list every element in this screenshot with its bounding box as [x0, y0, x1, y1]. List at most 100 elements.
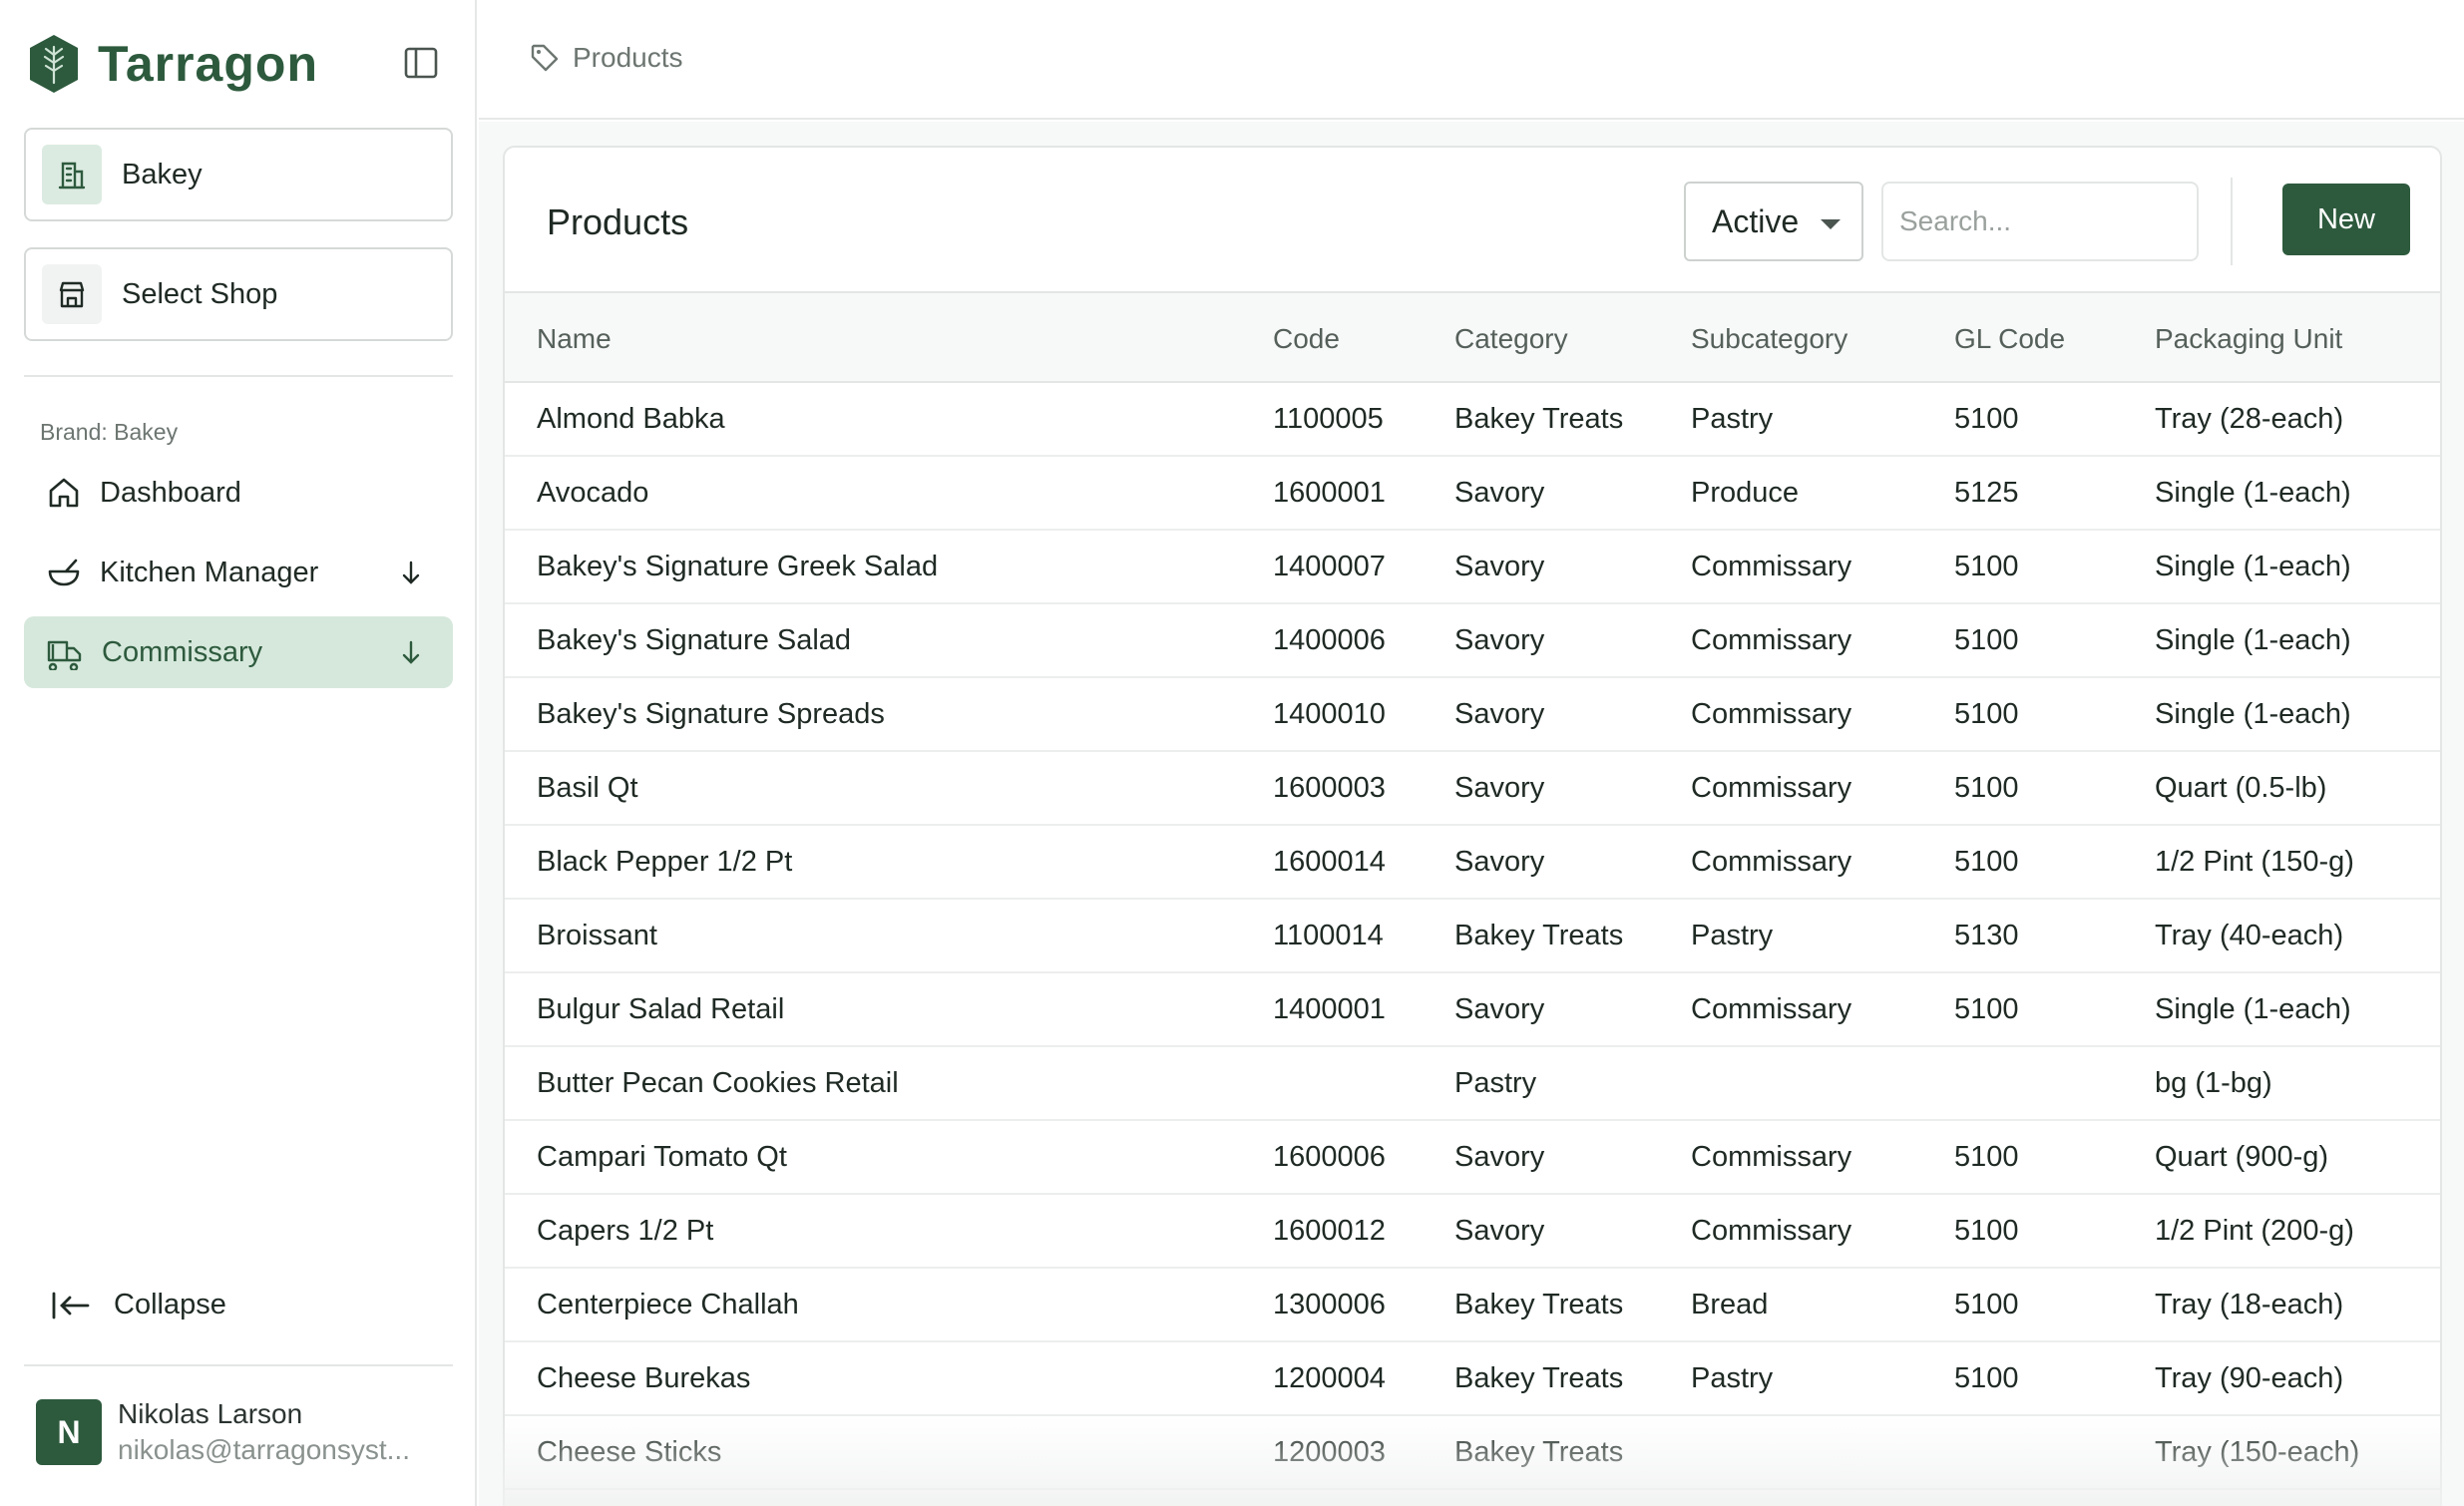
cell-name: Bulgur Salad Retail — [537, 993, 785, 1025]
select-shop-button[interactable]: Select Shop — [24, 247, 453, 341]
nav-item-kitchen-manager[interactable]: Kitchen Manager — [24, 537, 453, 608]
nav-item-dashboard[interactable]: Dashboard — [24, 457, 453, 529]
collapse-label: Collapse — [114, 1289, 226, 1320]
cell-category: Bakey Treats — [1454, 403, 1624, 435]
cell-packaging-unit: bg (1-bg) — [2155, 1067, 2272, 1099]
cell-gl-code: 5100 — [1954, 993, 2019, 1025]
cell-code: 1400010 — [1273, 698, 1386, 730]
tag-icon — [531, 44, 559, 72]
cell-gl-code: 5100 — [1954, 624, 2019, 656]
top-bar: Products — [479, 0, 2464, 120]
current-shop-label: Bakey — [122, 158, 203, 190]
cell-gl-code: 5100 — [1954, 1362, 2019, 1394]
brand[interactable]: Tarragon — [26, 32, 318, 96]
cell-name: Almond Babka — [537, 403, 725, 435]
cell-name: Black Pepper 1/2 Pt — [537, 846, 793, 878]
search-input[interactable] — [1881, 182, 2199, 261]
truck-icon — [47, 640, 82, 670]
column-header-category[interactable]: Category — [1454, 323, 1568, 355]
sidebar: Tarragon Bakey Select Shop Brand: Bakey … — [0, 0, 477, 1506]
table-row[interactable]: Almond Babka 1100005 Bakey Treats Pastry 510… — [505, 383, 2440, 457]
cell-name: Avocado — [537, 477, 649, 509]
cell-subcategory: Commissary — [1691, 1141, 1852, 1173]
bowl-icon — [48, 559, 80, 586]
table-row[interactable]: Broissant 1100014 Bakey Treats Pastry 5130 Tr… — [505, 900, 2440, 973]
new-product-button[interactable]: New — [2282, 184, 2410, 255]
arrow-down-icon[interactable] — [399, 559, 423, 586]
table-row[interactable]: Cheese Burekas 1200004 Bakey Treats Pastry 5… — [505, 1342, 2440, 1416]
collapse-button[interactable]: Collapse — [50, 1289, 226, 1321]
cell-subcategory: Produce — [1691, 477, 1800, 509]
column-header-subcategory[interactable]: Subcategory — [1691, 323, 1848, 355]
cell-gl-code: 5100 — [1954, 698, 2019, 730]
store-icon — [42, 264, 102, 324]
current-shop-button[interactable]: Bakey — [24, 128, 453, 221]
cell-packaging-unit: Single (1-each) — [2155, 477, 2351, 509]
cell-packaging-unit: 1/2 Pint (150-g) — [2155, 846, 2354, 878]
cell-subcategory: Commissary — [1691, 698, 1852, 730]
products-card: Products Active New Name Code Category S… — [503, 146, 2442, 1506]
brand-section-label: Brand: Bakey — [40, 419, 179, 445]
tarragon-logo-icon — [30, 35, 78, 93]
table-row[interactable]: Basil Qt 1600003 Savory Commissary 5100 Quart… — [505, 752, 2440, 826]
status-filter-value: Active — [1712, 202, 1800, 239]
cell-code: 1600006 — [1273, 1141, 1386, 1173]
cell-code: 1200004 — [1273, 1362, 1386, 1394]
cell-subcategory: Pastry — [1691, 1362, 1774, 1394]
table-row[interactable]: Cheese Sticks 1200003 Bakey Treats Tray (15… — [505, 1416, 2440, 1490]
column-header-gl-code[interactable]: GL Code — [1954, 323, 2065, 355]
table-row[interactable]: Bulgur Salad Retail 1400001 Savory Commissa… — [505, 973, 2440, 1047]
cell-category: Savory — [1454, 1215, 1545, 1247]
sidebar-toggle-icon[interactable] — [403, 46, 439, 80]
cell-packaging-unit: Single (1-each) — [2155, 624, 2351, 656]
cell-gl-code: 5100 — [1954, 1289, 2019, 1320]
table-row[interactable]: Campari Tomato Qt 1600006 Savory Commissary… — [505, 1121, 2440, 1195]
cell-name: Cheese Burekas — [537, 1362, 751, 1394]
cell-name: Campari Tomato Qt — [537, 1141, 787, 1173]
cell-category: Savory — [1454, 772, 1545, 804]
status-filter-select[interactable]: Active — [1684, 182, 1863, 261]
cell-code: 1400001 — [1273, 993, 1386, 1025]
cell-name: Bakey's Signature Greek Salad — [537, 551, 939, 582]
cell-gl-code: 5125 — [1954, 477, 2019, 509]
breadcrumb-label: Products — [573, 42, 683, 73]
cell-name: Broissant — [537, 920, 657, 951]
nav-item-commissary[interactable]: Commissary — [24, 616, 453, 688]
cell-packaging-unit: Tray (28-each) — [2155, 403, 2344, 435]
cell-gl-code: 5100 — [1954, 1215, 2019, 1247]
cell-name: Capers 1/2 Pt — [537, 1215, 714, 1247]
cell-name: Cheese Sticks — [537, 1436, 722, 1468]
collapse-left-icon — [52, 1292, 90, 1318]
nav-label-dashboard: Dashboard — [100, 476, 241, 509]
cell-packaging-unit: Single (1-each) — [2155, 698, 2351, 730]
table-row[interactable]: Centerpiece Challah 1300006 Bakey Treats Br… — [505, 1269, 2440, 1342]
table-row[interactable]: Bakey's Signature Spreads 1400010 Savory Co… — [505, 678, 2440, 752]
arrow-down-icon[interactable] — [399, 638, 423, 666]
cell-category: Savory — [1454, 1141, 1545, 1173]
table-row[interactable]: Black Pepper 1/2 Pt 1600014 Savory Commissa… — [505, 826, 2440, 900]
building-icon — [42, 145, 102, 204]
table-header: Name Code Category Subcategory GL Code P… — [505, 291, 2440, 383]
cell-packaging-unit: Quart (0.5-lb) — [2155, 772, 2327, 804]
table-body: Almond Babka 1100005 Bakey Treats Pastry 510… — [505, 383, 2440, 1490]
table-row[interactable]: Capers 1/2 Pt 1600012 Savory Commissary 5100… — [505, 1195, 2440, 1269]
cell-code: 1400006 — [1273, 624, 1386, 656]
cell-name: Bakey's Signature Salad — [537, 624, 852, 656]
table-row[interactable]: Bakey's Signature Salad 1400006 Savory Comm… — [505, 604, 2440, 678]
column-header-packaging-unit[interactable]: Packaging Unit — [2155, 323, 2342, 355]
table-row[interactable]: Butter Pecan Cookies Retail Pastry bg (1-b… — [505, 1047, 2440, 1121]
cell-gl-code: 5130 — [1954, 920, 2019, 951]
user-profile[interactable]: N Nikolas Larson nikolas@tarragonsyst... — [36, 1396, 410, 1468]
cell-code: 1400007 — [1273, 551, 1386, 582]
cell-subcategory: Commissary — [1691, 1215, 1852, 1247]
table-row[interactable]: Bakey's Signature Greek Salad 1400007 Savo… — [505, 531, 2440, 604]
column-header-name[interactable]: Name — [537, 323, 612, 355]
breadcrumb[interactable]: Products — [529, 42, 683, 74]
cell-packaging-unit: Tray (40-each) — [2155, 920, 2344, 951]
nav-label-kitchen-manager: Kitchen Manager — [100, 556, 319, 588]
cell-code: 1600014 — [1273, 846, 1386, 878]
avatar: N — [36, 1399, 102, 1465]
cell-packaging-unit: Quart (900-g) — [2155, 1141, 2329, 1173]
table-row[interactable]: Avocado 1600001 Savory Produce 5125 Single (1… — [505, 457, 2440, 531]
column-header-code[interactable]: Code — [1273, 323, 1340, 355]
